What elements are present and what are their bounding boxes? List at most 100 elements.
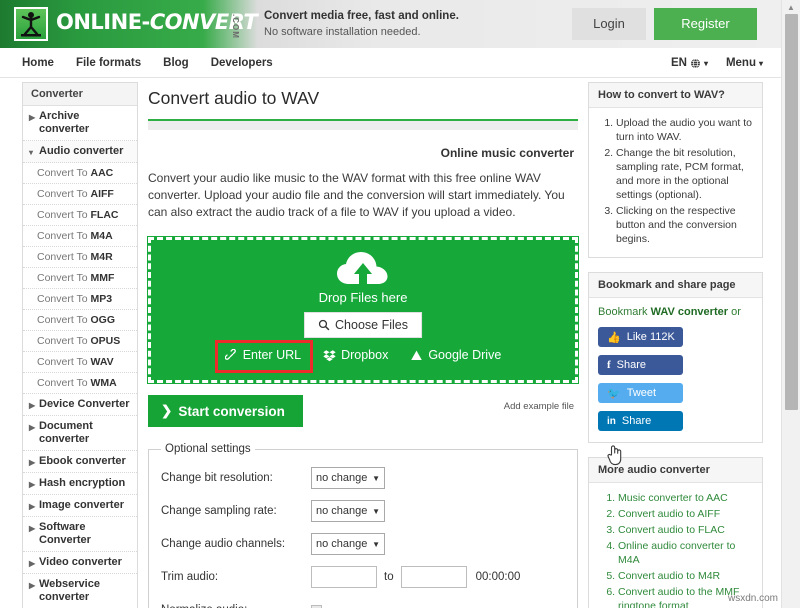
file-dropzone[interactable]: Drop Files here Choose Files Enter URL D…: [147, 236, 579, 384]
bit-resolution-select[interactable]: no change ▼: [311, 467, 385, 489]
nav-item-file-formats[interactable]: File formats: [76, 57, 141, 69]
login-button[interactable]: Login: [572, 8, 646, 40]
page-subtitle: Online music converter: [440, 146, 574, 160]
sidebar-item-convert-to-ogg[interactable]: Convert To OGG: [23, 310, 137, 331]
sidebar-group-video-converter[interactable]: ▶ Video converter: [23, 552, 137, 574]
enter-url-button[interactable]: Enter URL: [224, 348, 301, 362]
logo-wordmark[interactable]: ONLINE-CONVERT: [56, 10, 258, 34]
nav-item-blog[interactable]: Blog: [163, 57, 189, 69]
sidebar-group-archive-converter[interactable]: ▶ Archive converter: [23, 106, 137, 141]
how-to-step: Upload the audio you want to turn into W…: [616, 116, 753, 144]
register-button[interactable]: Register: [654, 8, 757, 40]
list-item[interactable]: Online audio converter to M4A: [618, 539, 753, 567]
audio-channels-label: Change audio channels:: [161, 538, 286, 550]
chevron-right-icon: ▶: [29, 480, 36, 489]
google-drive-label: Google Drive: [428, 348, 502, 362]
main-content: Convert audio to WAV Online music conver…: [147, 82, 579, 608]
list-item[interactable]: Convert audio to FLAC: [618, 523, 753, 537]
logo-text-part2: CONVERT: [149, 10, 258, 34]
sidebar-item-format: OGG: [90, 314, 116, 326]
cloud-upload-icon: [337, 252, 388, 286]
facebook-share-button[interactable]: f Share: [598, 355, 683, 375]
normalize-audio-label: Normalize audio:: [161, 604, 311, 608]
site-header: ONLINE-CONVERT .COM Convert media free, …: [0, 0, 781, 48]
twitter-tweet-button[interactable]: 🐦 Tweet: [598, 383, 683, 403]
chevron-down-icon: ▾: [703, 58, 708, 68]
nav-item-home[interactable]: Home: [22, 57, 54, 69]
linkedin-share-button[interactable]: in Share: [598, 411, 683, 431]
more-link[interactable]: Online audio converter to M4A: [618, 540, 735, 566]
menu-button[interactable]: Menu ▾: [726, 57, 763, 69]
nav-right-controls: EN ▾ Menu ▾: [671, 48, 763, 78]
row-sampling-rate: Change sampling rate: no change ▼: [161, 498, 565, 524]
sidebar-item-convert-to-aac[interactable]: Convert To AAC: [23, 163, 137, 184]
sidebar-item-format: WMA: [90, 377, 117, 389]
facebook-like-button[interactable]: 👍 Like 112K: [598, 327, 683, 347]
list-item[interactable]: Convert audio to M4R: [618, 569, 753, 583]
audio-channels-select[interactable]: no change ▼: [311, 533, 385, 555]
sidebar-group-image-converter[interactable]: ▶ Image converter: [23, 495, 137, 517]
page-description: Convert your audio like music to the WAV…: [148, 171, 565, 219]
add-example-file-link[interactable]: Add example file: [504, 401, 574, 412]
more-link[interactable]: Convert audio to FLAC: [618, 524, 725, 536]
sampling-rate-select[interactable]: no change ▼: [311, 500, 385, 522]
google-drive-button[interactable]: Google Drive: [410, 348, 501, 362]
start-conversion-row: ❯ Start conversion Add example file: [148, 395, 578, 431]
sidebar-group-label: Software Converter: [39, 521, 91, 546]
logo-mark[interactable]: [14, 7, 48, 41]
sidebar-item-convert-to-m4r[interactable]: Convert To M4R: [23, 247, 137, 268]
nav-item-developers[interactable]: Developers: [211, 57, 273, 69]
google-drive-icon: [411, 350, 423, 360]
dropzone-label: Drop Files here: [318, 290, 408, 305]
more-link[interactable]: Music converter to AAC: [618, 492, 728, 504]
language-selector[interactable]: EN ▾: [671, 57, 708, 69]
sidebar-item-convert-to-flac[interactable]: Convert To FLAC: [23, 205, 137, 226]
sidebar-group-software-converter[interactable]: ▶ Software Converter: [23, 517, 137, 552]
sidebar-group-ebook-converter[interactable]: ▶ Ebook converter: [23, 451, 137, 473]
page-title: Convert audio to WAV: [148, 88, 320, 108]
sidebar-group-document-converter[interactable]: ▶ Document converter: [23, 416, 137, 451]
trim-from-input[interactable]: [311, 566, 377, 588]
linkedin-icon: in: [607, 415, 616, 427]
chevron-right-icon: ▶: [29, 423, 36, 432]
sidebar-item-convert-to-aiff[interactable]: Convert To AIFF: [23, 184, 137, 205]
sidebar-item-convert-to-mmf[interactable]: Convert To MMF: [23, 268, 137, 289]
sidebar-group-label: Video converter: [39, 556, 122, 568]
normalize-audio-checkbox[interactable]: [311, 604, 322, 608]
bookmark-text-pre: Bookmark: [598, 306, 651, 318]
more-link[interactable]: Convert audio to the MMF ringtone format: [618, 586, 739, 608]
sidebar-item-convert-to-opus[interactable]: Convert To OPUS: [23, 331, 137, 352]
start-conversion-button[interactable]: ❯ Start conversion: [148, 395, 303, 427]
trim-to-input[interactable]: [400, 566, 467, 588]
dropbox-button[interactable]: Dropbox: [323, 348, 388, 362]
bookmark-text: Bookmark WAV converter or: [598, 306, 753, 318]
sidebar-group-hash-encryption[interactable]: ▶ Hash encryption: [23, 473, 137, 495]
list-item[interactable]: Convert audio to AIFF: [618, 507, 753, 521]
more-converter-list: Music converter to AAC Convert audio to …: [598, 491, 753, 608]
sidebar-item-convert-to-mp3[interactable]: Convert To MP3: [23, 289, 137, 310]
sidebar-group-label: Hash encryption: [39, 477, 126, 489]
optional-settings-fieldset: Optional settings Change bit resolution:…: [148, 443, 578, 608]
more-link[interactable]: Convert audio to AIFF: [618, 508, 720, 520]
chevron-right-icon: ▶: [29, 581, 36, 590]
triangle-up-icon[interactable]: ▲: [787, 3, 795, 12]
sidebar-item-format: AAC: [90, 167, 114, 179]
sidebar-group-webservice-converter[interactable]: ▶ Webservice converter: [23, 574, 137, 608]
bookmark-share-panel: Bookmark and share page Bookmark WAV con…: [588, 272, 763, 443]
bookmark-link[interactable]: WAV converter: [651, 306, 728, 318]
sidebar-group-device-converter[interactable]: ▶ Device Converter: [23, 394, 137, 416]
linkedin-share-label: Share: [621, 415, 652, 427]
more-link[interactable]: Convert audio to M4R: [618, 570, 720, 582]
twitter-icon: 🐦: [607, 387, 621, 400]
scrollbar-thumb[interactable]: [785, 14, 798, 410]
choose-files-button[interactable]: Choose Files: [304, 312, 422, 338]
watermark-text: wsxdn.com: [727, 593, 778, 604]
search-icon: [318, 319, 330, 331]
sidebar-item-prefix: Convert To: [37, 314, 91, 326]
sidebar-item-convert-to-wma[interactable]: Convert To WMA: [23, 373, 137, 394]
vertical-scrollbar[interactable]: ▲: [781, 0, 800, 608]
sidebar-group-audio-converter[interactable]: ▾ Audio converter: [23, 141, 137, 163]
sidebar-item-convert-to-wav[interactable]: Convert To WAV: [23, 352, 137, 373]
list-item[interactable]: Music converter to AAC: [618, 491, 753, 505]
sidebar-item-convert-to-m4a[interactable]: Convert To M4A: [23, 226, 137, 247]
